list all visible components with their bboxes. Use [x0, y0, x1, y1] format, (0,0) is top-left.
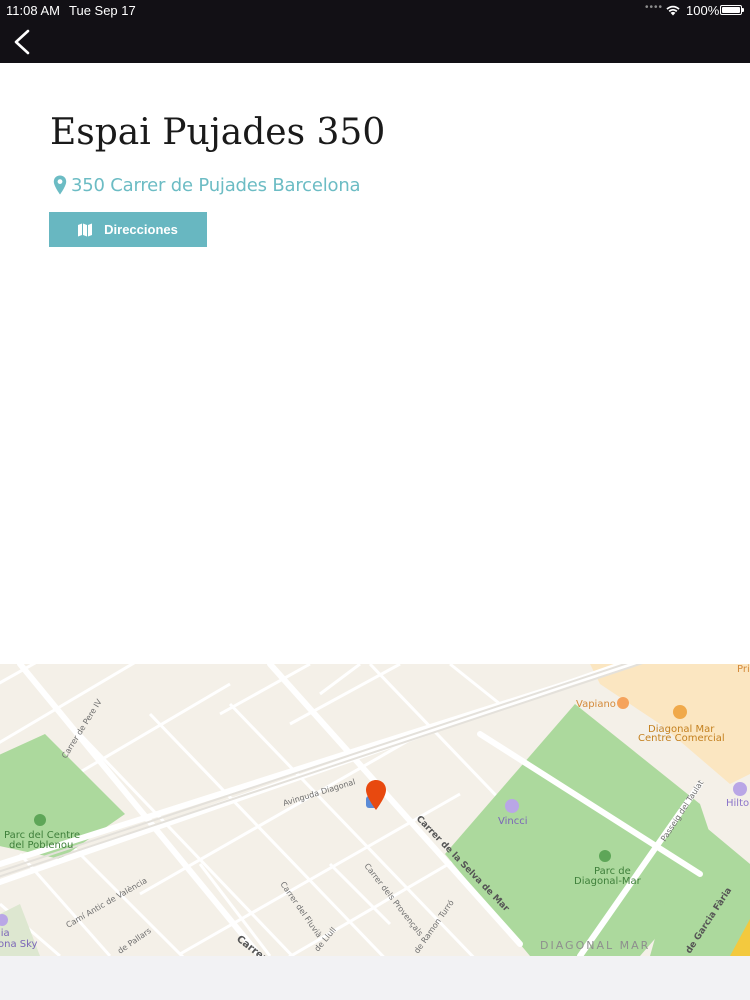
- map-label-vincci: Vincci: [498, 816, 528, 827]
- map-label-ona-sky-1: lia: [0, 928, 10, 939]
- location-pin-icon: [53, 175, 67, 195]
- status-date: Tue Sep 17: [69, 3, 136, 18]
- map-label-centre-comercial: Centre Comercial: [638, 733, 725, 744]
- battery-percentage: 100%: [686, 3, 720, 18]
- directions-label: Direcciones: [104, 222, 178, 237]
- bottom-toolbar: [0, 956, 750, 1000]
- map-icon: [78, 223, 93, 236]
- directions-button[interactable]: Direcciones: [49, 212, 207, 247]
- map-view[interactable]: Pri Vapiano Diagonal Mar Centre Comercia…: [0, 664, 750, 956]
- wifi-icon: [666, 5, 680, 16]
- map-label-hilton: Hilto: [726, 798, 749, 809]
- address-link[interactable]: 350 Carrer de Pujades Barcelona: [71, 175, 361, 196]
- back-chevron-icon[interactable]: [8, 26, 38, 58]
- address-row[interactable]: 350 Carrer de Pujades Barcelona: [53, 172, 361, 198]
- map-label-diagonal-mar-area: DIAGONAL MAR: [540, 939, 650, 952]
- status-time: 11:08 AM: [6, 3, 60, 18]
- status-bar: 11:08 AM Tue Sep 17 •••• 100%: [0, 0, 750, 20]
- map-label-vapiano: Vapiano: [576, 699, 616, 710]
- map-label-prim: Pri: [737, 664, 750, 675]
- map-label-ona-sky-2: ona Sky: [0, 939, 38, 950]
- navigation-bar: [0, 20, 750, 63]
- map-label-poblenou: del Poblenou: [9, 840, 73, 851]
- battery-icon: [720, 5, 744, 15]
- signal-icon: ••••: [645, 2, 664, 13]
- venue-title: Espai Pujades 350: [50, 112, 386, 153]
- map-label-diagonal-mar-park: Diagonal-Mar: [574, 876, 642, 887]
